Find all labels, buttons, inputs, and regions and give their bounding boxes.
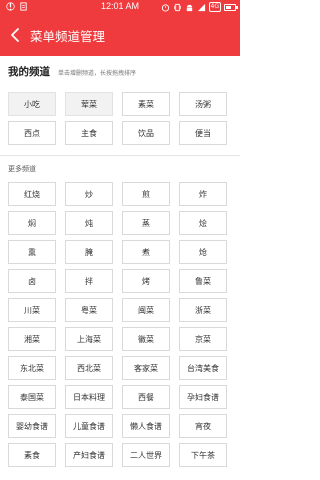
more-channel-chip[interactable]: 红烧 bbox=[8, 182, 56, 206]
more-channel-chip[interactable]: 懒人食谱 bbox=[122, 414, 170, 438]
more-channels-title: 更多频道 bbox=[8, 165, 36, 173]
more-channel-chip[interactable]: 拌 bbox=[65, 269, 113, 293]
more-channel-chip[interactable]: 熏 bbox=[8, 240, 56, 264]
more-channel-chip[interactable]: 腌 bbox=[65, 240, 113, 264]
more-channel-chip[interactable]: 婴幼食谱 bbox=[8, 414, 56, 438]
more-channel-chip[interactable]: 京菜 bbox=[179, 327, 227, 351]
more-channel-chip[interactable]: 二人世界 bbox=[122, 443, 170, 467]
more-channel-chip[interactable]: 客家菜 bbox=[122, 356, 170, 380]
my-channel-chip[interactable]: 汤粥 bbox=[179, 92, 227, 116]
more-channel-chip[interactable]: 烩 bbox=[179, 211, 227, 235]
network-badge: 4G bbox=[208, 2, 221, 12]
alarm-icon bbox=[161, 3, 169, 12]
my-channels-grid: 小吃 荤菜 素菜 汤粥西点 主食 饮品 便当 bbox=[8, 92, 232, 145]
status-bar: 12:01 AM 4G bbox=[0, 0, 240, 14]
more-channel-chip[interactable]: 烤 bbox=[122, 269, 170, 293]
more-channel-chip[interactable]: 煮 bbox=[122, 240, 170, 264]
more-channel-chip[interactable]: 徽菜 bbox=[122, 327, 170, 351]
more-channel-chip[interactable]: 炒 bbox=[65, 182, 113, 206]
my-channel-chip[interactable]: 小吃 bbox=[8, 92, 56, 116]
more-channel-chip[interactable]: 煎 bbox=[122, 182, 170, 206]
more-channel-chip[interactable]: 台湾美食 bbox=[179, 356, 227, 380]
chevron-left-icon bbox=[11, 28, 19, 42]
more-channel-chip[interactable]: 东北菜 bbox=[8, 356, 56, 380]
vibrate-icon bbox=[173, 3, 181, 11]
my-channel-chip[interactable]: 荤菜 bbox=[65, 92, 113, 116]
more-channel-chip[interactable]: 下午茶 bbox=[179, 443, 227, 467]
more-channel-chip[interactable]: 炖 bbox=[65, 211, 113, 235]
my-channels-section: 我的频道 单击增删频道，长按拖拽排序 小吃 荤菜 素菜 汤粥西点 主食 饮品 便当 bbox=[0, 56, 240, 145]
more-channel-chip[interactable]: 产妇食谱 bbox=[65, 443, 113, 467]
more-channel-chip[interactable]: 闽菜 bbox=[122, 298, 170, 322]
more-channel-chip[interactable]: 孕妇食谱 bbox=[179, 385, 227, 409]
more-channel-chip[interactable]: 浙菜 bbox=[179, 298, 227, 322]
my-channel-chip[interactable]: 饮品 bbox=[122, 121, 170, 145]
more-channel-chip[interactable]: 粤菜 bbox=[65, 298, 113, 322]
more-channels-grid: 红烧炒煎炸焖炖蒸烩熏腌煮炝卤拌烤鲁菜川菜 粤菜 闽菜 浙菜湘菜 上海菜 徽菜 京菜东北菜 西北… bbox=[8, 182, 232, 467]
page-title: 菜单频道管理 bbox=[30, 28, 106, 44]
more-channel-chip[interactable]: 素食 bbox=[8, 443, 56, 467]
my-channel-chip[interactable]: 西点 bbox=[8, 121, 56, 145]
my-channels-hint: 单击增删频道，长按拖拽排序 bbox=[58, 70, 137, 77]
my-channel-chip[interactable]: 素菜 bbox=[122, 92, 170, 116]
my-channel-chip[interactable]: 便当 bbox=[179, 121, 227, 145]
back-button[interactable] bbox=[0, 14, 30, 56]
more-channel-chip[interactable]: 西餐 bbox=[122, 385, 170, 409]
more-channel-chip[interactable]: 泰国菜 bbox=[8, 385, 56, 409]
more-channel-chip[interactable]: 炝 bbox=[179, 240, 227, 264]
signal-icon bbox=[197, 3, 205, 11]
more-channel-chip[interactable]: 卤 bbox=[8, 269, 56, 293]
app-header: 菜单频道管理 bbox=[0, 14, 240, 56]
more-channel-chip[interactable]: 西北菜 bbox=[65, 356, 113, 380]
more-channel-chip[interactable]: 日本料理 bbox=[65, 385, 113, 409]
more-channel-chip[interactable]: 焖 bbox=[8, 211, 56, 235]
more-channel-chip[interactable]: 宵夜 bbox=[179, 414, 227, 438]
more-channel-chip[interactable]: 上海菜 bbox=[65, 327, 113, 351]
more-channel-chip[interactable]: 川菜 bbox=[8, 298, 56, 322]
my-channel-chip[interactable]: 主食 bbox=[65, 121, 113, 145]
more-channel-chip[interactable]: 炸 bbox=[179, 182, 227, 206]
more-channels-section: 红烧炒煎炸焖炖蒸烩熏腌煮炝卤拌烤鲁菜川菜 粤菜 闽菜 浙菜湘菜 上海菜 徽菜 京菜东北菜 西北… bbox=[0, 182, 240, 467]
android-icon bbox=[186, 4, 192, 11]
more-channel-chip[interactable]: 湘菜 bbox=[8, 327, 56, 351]
battery-icon bbox=[224, 3, 238, 11]
more-channel-chip[interactable]: 蒸 bbox=[122, 211, 170, 235]
my-channels-title: 我的频道 bbox=[8, 66, 50, 78]
more-channel-chip[interactable]: 鲁菜 bbox=[179, 269, 227, 293]
more-channel-chip[interactable]: 儿童食谱 bbox=[65, 414, 113, 438]
